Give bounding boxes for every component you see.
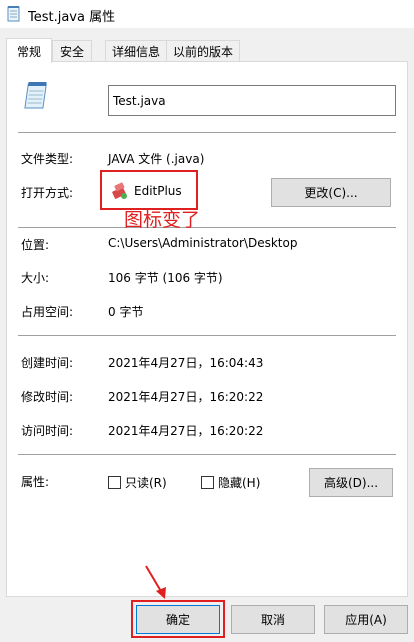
location-value: C:\Users\Administrator\Desktop: [108, 236, 298, 250]
attributes-label: 属性:: [21, 475, 50, 489]
accessed-value: 2021年4月27日，16:20:22: [108, 424, 264, 438]
open-with-value: EditPlus: [134, 184, 182, 198]
title-bar: Test.java 属性: [0, 0, 414, 28]
location-label: 位置:: [21, 238, 50, 252]
advanced-button[interactable]: 高级(D)...: [309, 468, 393, 497]
modified-value: 2021年4月27日，16:20:22: [108, 390, 264, 404]
disk-size-value: 0 字节: [108, 305, 144, 319]
disk-size-label: 占用空间:: [21, 305, 74, 319]
general-panel: 文件类型: JAVA 文件 (.java) 打开方式: EditPlus 更改(…: [6, 61, 408, 597]
window-title: Test.java 属性: [28, 10, 116, 25]
text-file-icon: [24, 82, 47, 109]
size-value: 106 字节 (106 字节): [108, 271, 223, 285]
file-type-label: 文件类型:: [21, 152, 74, 166]
readonly-checkbox[interactable]: 只读(R): [108, 474, 167, 491]
modified-label: 修改时间:: [21, 390, 74, 404]
created-label: 创建时间:: [21, 356, 74, 370]
hidden-label: 隐藏(H): [218, 476, 261, 490]
annotation-text: 图标变了: [124, 209, 201, 231]
cancel-button[interactable]: 取消: [231, 605, 315, 634]
open-with-label: 打开方式:: [21, 186, 74, 200]
tab-security[interactable]: 安全: [52, 40, 92, 62]
red-arrow-icon: [145, 565, 166, 599]
separator: [18, 454, 396, 455]
hidden-checkbox[interactable]: 隐藏(H): [201, 474, 260, 491]
size-label: 大小:: [21, 271, 50, 285]
apply-button[interactable]: 应用(A): [324, 605, 408, 634]
tab-general[interactable]: 常规: [6, 38, 52, 63]
file-name-input[interactable]: [108, 85, 396, 116]
separator: [18, 227, 396, 228]
separator: [18, 335, 396, 336]
checkbox-box[interactable]: [108, 476, 121, 489]
separator: [18, 132, 396, 133]
notepad-file-icon: [7, 6, 20, 22]
file-type-value: JAVA 文件 (.java): [108, 152, 205, 166]
tab-previous-versions[interactable]: 以前的版本: [166, 40, 240, 62]
readonly-label: 只读(R): [125, 476, 167, 490]
editplus-icon: [112, 182, 127, 199]
ok-button[interactable]: 确定: [136, 605, 220, 634]
created-value: 2021年4月27日，16:04:43: [108, 356, 264, 370]
change-button[interactable]: 更改(C)...: [271, 178, 391, 207]
accessed-label: 访问时间:: [21, 424, 74, 438]
checkbox-box[interactable]: [201, 476, 214, 489]
tab-details[interactable]: 详细信息: [105, 40, 167, 62]
